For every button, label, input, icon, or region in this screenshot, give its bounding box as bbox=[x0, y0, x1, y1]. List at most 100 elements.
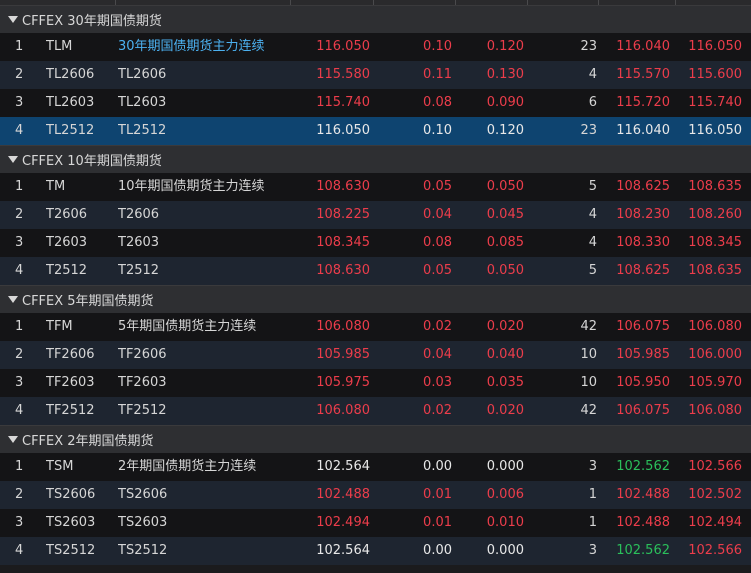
bid-price: 115.720 bbox=[616, 95, 670, 110]
last-price: 115.740 bbox=[316, 95, 370, 110]
last-price: 108.345 bbox=[316, 235, 370, 250]
price-change: 0.00 bbox=[423, 459, 452, 474]
contract-code: T2512 bbox=[46, 263, 88, 278]
quote-row[interactable]: 1 TFM 5年期国债期货主力连续 106.080 0.02 0.020 42 106.075… bbox=[0, 313, 751, 341]
quote-row[interactable]: 2 TS2606 TS2606 102.488 0.01 0.006 1 102.488 102… bbox=[0, 481, 751, 509]
bid-price: 106.075 bbox=[616, 403, 670, 418]
contract-name: 2年期国债期货主力连续 bbox=[118, 459, 257, 474]
volume: 4 bbox=[588, 67, 597, 82]
change-percent: 0.090 bbox=[486, 95, 524, 110]
contract-code: TF2606 bbox=[46, 347, 95, 362]
quote-row[interactable]: 4 TL2512 TL2512 116.050 0.10 0.120 23 116.040 11… bbox=[0, 117, 751, 145]
quote-row[interactable]: 2 TL2606 TL2606 115.580 0.11 0.130 4 115.570 115… bbox=[0, 61, 751, 89]
contract-code: TS2603 bbox=[46, 515, 96, 530]
contract-code: TS2512 bbox=[46, 543, 96, 558]
last-price: 105.975 bbox=[316, 375, 370, 390]
group-title: CFFEX 30年期国债期货 bbox=[22, 14, 162, 29]
price-change: 0.01 bbox=[423, 487, 452, 502]
last-price: 106.080 bbox=[316, 403, 370, 418]
collapse-triangle-icon[interactable] bbox=[8, 296, 18, 303]
collapse-triangle-icon[interactable] bbox=[8, 436, 18, 443]
ask-price: 108.635 bbox=[688, 179, 742, 194]
contract-name: T2512 bbox=[118, 263, 160, 278]
contract-code: TSM bbox=[46, 459, 74, 474]
quote-row[interactable]: 3 TS2603 TS2603 102.494 0.01 0.010 1 102.488 102… bbox=[0, 509, 751, 537]
group-title: CFFEX 2年期国债期货 bbox=[22, 434, 154, 449]
price-change: 0.03 bbox=[423, 375, 452, 390]
quote-row[interactable]: 4 TS2512 TS2512 102.564 0.00 0.000 3 102.562 102… bbox=[0, 537, 751, 565]
row-index: 1 bbox=[15, 319, 24, 334]
group-header[interactable]: CFFEX 2年期国债期货 bbox=[0, 425, 751, 453]
volume: 3 bbox=[588, 459, 597, 474]
contract-name: TF2512 bbox=[118, 403, 167, 418]
collapse-triangle-icon[interactable] bbox=[8, 156, 18, 163]
quote-row[interactable]: 3 TF2603 TF2603 105.975 0.03 0.035 10 105.950 10… bbox=[0, 369, 751, 397]
volume: 42 bbox=[580, 319, 597, 334]
row-index: 4 bbox=[15, 543, 24, 558]
change-percent: 0.130 bbox=[486, 67, 524, 82]
volume: 6 bbox=[588, 95, 597, 110]
group-header[interactable]: CFFEX 10年期国债期货 bbox=[0, 145, 751, 173]
row-index: 2 bbox=[15, 207, 24, 222]
row-index: 4 bbox=[15, 263, 24, 278]
last-price: 106.080 bbox=[316, 319, 370, 334]
quote-row[interactable]: 2 T2606 T2606 108.225 0.04 0.045 4 108.230 108.2… bbox=[0, 201, 751, 229]
ask-price: 116.050 bbox=[688, 123, 742, 138]
price-change: 0.02 bbox=[423, 319, 452, 334]
contract-code: TL2606 bbox=[46, 67, 95, 82]
quote-table: CFFEX 30年期国债期货 1 TLM 30年期国债期货主力连续 116.050 0.1… bbox=[0, 0, 751, 573]
price-change: 0.01 bbox=[423, 515, 452, 530]
bid-price: 102.562 bbox=[616, 459, 670, 474]
volume: 10 bbox=[580, 347, 597, 362]
change-percent: 0.020 bbox=[486, 319, 524, 334]
ask-price: 102.502 bbox=[688, 487, 742, 502]
row-index: 2 bbox=[15, 67, 24, 82]
row-index: 4 bbox=[15, 403, 24, 418]
bid-price: 106.075 bbox=[616, 319, 670, 334]
volume: 1 bbox=[588, 487, 597, 502]
volume: 5 bbox=[588, 263, 597, 278]
contract-name: 10年期国债期货主力连续 bbox=[118, 179, 265, 194]
volume: 3 bbox=[588, 543, 597, 558]
quote-row[interactable]: 1 TM 10年期国债期货主力连续 108.630 0.05 0.050 5 108.625 1… bbox=[0, 173, 751, 201]
ask-price: 105.970 bbox=[688, 375, 742, 390]
contract-code: T2606 bbox=[46, 207, 88, 222]
quote-row[interactable]: 2 TF2606 TF2606 105.985 0.04 0.040 10 105.985 10… bbox=[0, 341, 751, 369]
bid-price: 105.985 bbox=[616, 347, 670, 362]
quote-row[interactable]: 1 TSM 2年期国债期货主力连续 102.564 0.00 0.000 3 102.562 1… bbox=[0, 453, 751, 481]
quote-row[interactable]: 1 TLM 30年期国债期货主力连续 116.050 0.10 0.120 23 116.04… bbox=[0, 33, 751, 61]
last-price: 102.564 bbox=[316, 459, 370, 474]
ask-price: 106.080 bbox=[688, 403, 742, 418]
volume: 5 bbox=[588, 179, 597, 194]
price-change: 0.08 bbox=[423, 95, 452, 110]
change-percent: 0.000 bbox=[486, 543, 524, 558]
change-percent: 0.085 bbox=[486, 235, 524, 250]
contract-name: TS2603 bbox=[118, 515, 168, 530]
quote-row[interactable]: 3 TL2603 TL2603 115.740 0.08 0.090 6 115.720 115… bbox=[0, 89, 751, 117]
price-change: 0.04 bbox=[423, 207, 452, 222]
row-index: 4 bbox=[15, 123, 24, 138]
last-price: 102.494 bbox=[316, 515, 370, 530]
last-price: 105.985 bbox=[316, 347, 370, 362]
group-header[interactable]: CFFEX 30年期国债期货 bbox=[0, 5, 751, 33]
row-index: 3 bbox=[15, 95, 24, 110]
last-price: 108.630 bbox=[316, 263, 370, 278]
last-price: 102.488 bbox=[316, 487, 370, 502]
row-index: 3 bbox=[15, 235, 24, 250]
quote-row[interactable]: 3 T2603 T2603 108.345 0.08 0.085 4 108.330 108.3… bbox=[0, 229, 751, 257]
ask-price: 108.260 bbox=[688, 207, 742, 222]
price-change: 0.10 bbox=[423, 39, 452, 54]
ask-price: 108.635 bbox=[688, 263, 742, 278]
contract-code: TL2603 bbox=[46, 95, 95, 110]
bid-price: 102.488 bbox=[616, 515, 670, 530]
group-header[interactable]: CFFEX 5年期国债期货 bbox=[0, 285, 751, 313]
row-index: 3 bbox=[15, 375, 24, 390]
bid-price: 108.625 bbox=[616, 179, 670, 194]
contract-code: TM bbox=[46, 179, 66, 194]
contract-code: T2603 bbox=[46, 235, 88, 250]
ask-price: 102.494 bbox=[688, 515, 742, 530]
quote-row[interactable]: 4 T2512 T2512 108.630 0.05 0.050 5 108.625 108.6… bbox=[0, 257, 751, 285]
collapse-triangle-icon[interactable] bbox=[8, 16, 18, 23]
quote-row[interactable]: 4 TF2512 TF2512 106.080 0.02 0.020 42 106.075 10… bbox=[0, 397, 751, 425]
contract-name: TL2606 bbox=[118, 67, 167, 82]
